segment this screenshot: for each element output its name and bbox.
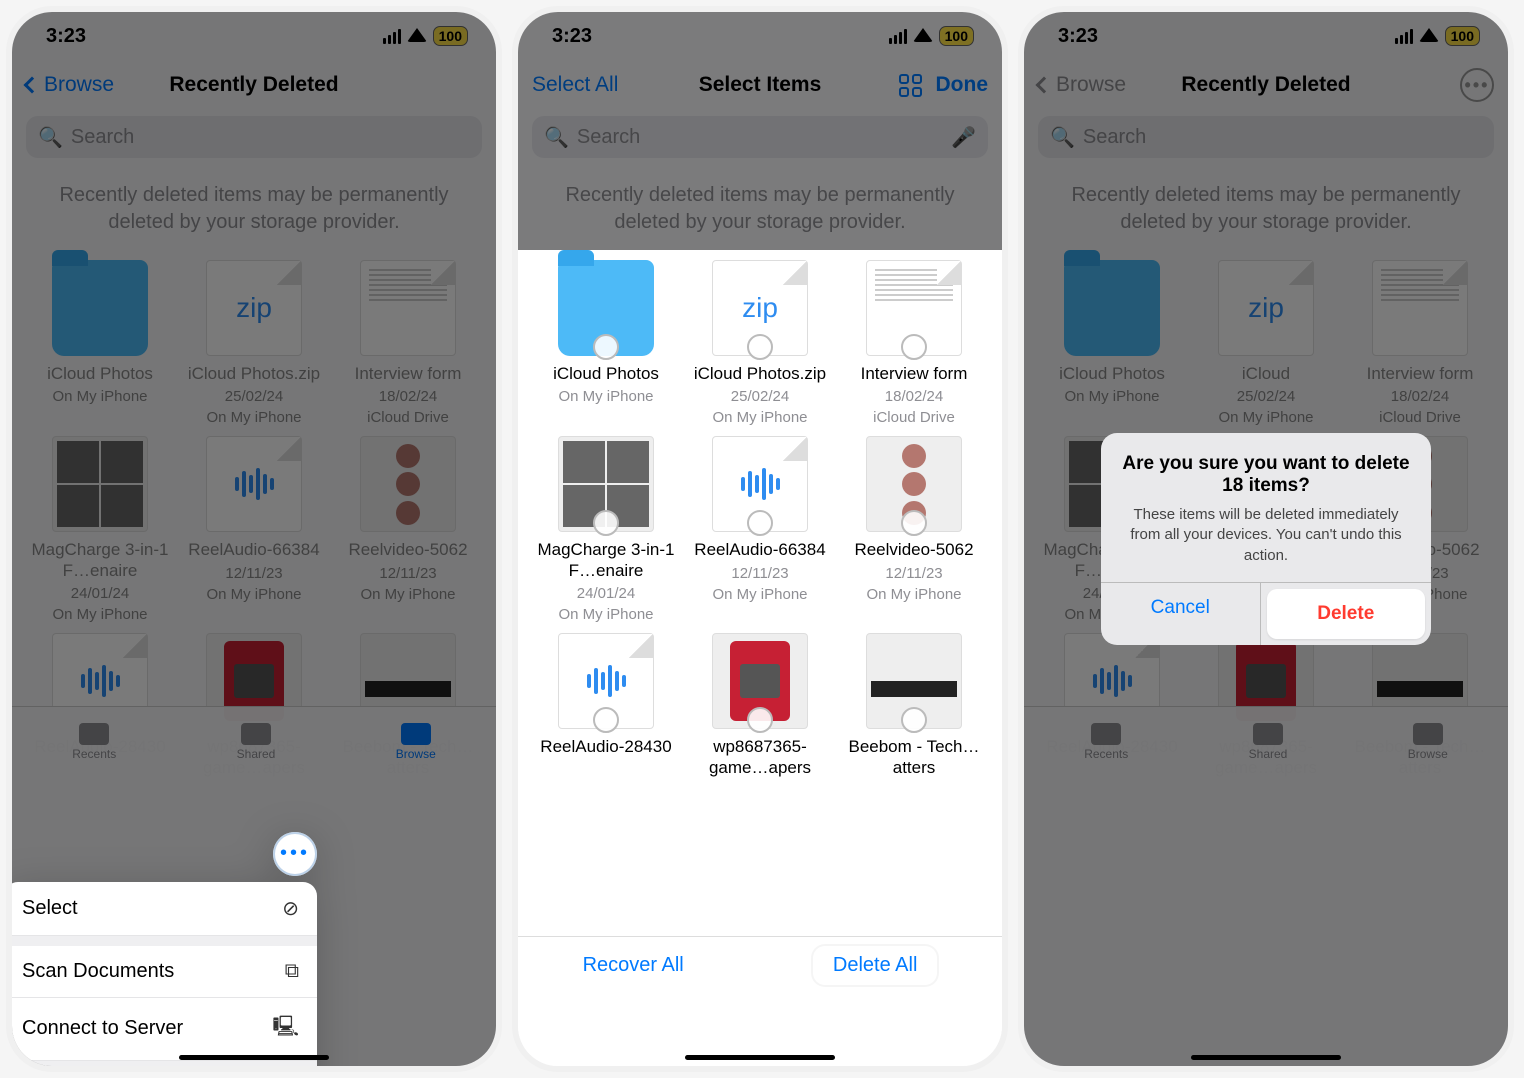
file-item[interactable]: ReelAudio-6638412/11/23On My iPhone (686, 436, 834, 623)
file-item[interactable]: Reelvideo-506212/11/23On My iPhone (840, 436, 988, 623)
file-item[interactable]: Interview form18/02/24iCloud Drive (840, 260, 988, 426)
selection-checkbox[interactable] (747, 707, 773, 733)
file-name: iCloud Photos.zip (686, 364, 834, 384)
file-name: ReelAudio-66384 (686, 540, 834, 560)
selection-checkbox[interactable] (593, 510, 619, 536)
screenshot-3: 3:23 100 Browse Recently Deleted ••• 🔍 S… (1018, 6, 1514, 1072)
alert-title: Are you sure you want to delete 18 items… (1121, 453, 1411, 497)
home-indicator[interactable] (1191, 1055, 1341, 1060)
scan-icon: ⧉ (285, 960, 299, 983)
menu-select[interactable]: Select⊘ (6, 882, 317, 936)
file-name: Interview form (840, 364, 988, 384)
screenshot-1: 3:23 100 Browse Recently Deleted 🔍 Searc… (6, 6, 502, 1072)
selection-checkbox[interactable] (747, 510, 773, 536)
recover-all-button[interactable]: Recover All (583, 954, 684, 977)
alert-cancel-button[interactable]: Cancel (1101, 583, 1261, 645)
menu-view-icons[interactable]: Icons▦ (6, 1071, 317, 1072)
checkmark-circle-icon: ⊘ (282, 896, 299, 921)
file-name: Beebom - Tech…atters (840, 737, 988, 778)
selection-checkbox[interactable] (593, 707, 619, 733)
alert-delete-button[interactable]: Delete (1267, 589, 1426, 639)
file-item[interactable]: wp8687365-game…apers (686, 633, 834, 778)
home-indicator[interactable] (179, 1055, 329, 1060)
menu-connect-server[interactable]: Connect to Server🖳 (6, 998, 317, 1061)
delete-all-button[interactable]: Delete All (813, 946, 938, 985)
file-item[interactable]: Beebom - Tech…atters (840, 633, 988, 778)
screenshot-2: 3:23 100 Select All Select Items Done 🔍 … (512, 6, 1008, 1072)
selection-checkbox[interactable] (901, 334, 927, 360)
file-name: MagCharge 3-in-1 F…enaire (532, 540, 680, 581)
selection-checkbox[interactable] (901, 707, 927, 733)
ellipsis-icon: ••• (280, 842, 310, 865)
file-item[interactable]: iCloud PhotosOn My iPhone (532, 260, 680, 426)
more-button[interactable]: ••• (273, 832, 317, 876)
selection-checkbox[interactable] (901, 510, 927, 536)
file-item[interactable]: ReelAudio-28430 (532, 633, 680, 778)
selection-checkbox[interactable] (747, 334, 773, 360)
alert-overlay: Are you sure you want to delete 18 items… (1024, 12, 1508, 1066)
options-popover: ••• Select⊘ Scan Documents⧉ Connect to S… (6, 832, 317, 1072)
alert-body: These items will be deleted immediately … (1121, 505, 1411, 566)
file-item[interactable]: zipiCloud Photos.zip25/02/24On My iPhone (686, 260, 834, 426)
action-bar: Recover All Delete All (518, 936, 1002, 994)
file-item[interactable]: MagCharge 3-in-1 F…enaire24/01/24On My i… (532, 436, 680, 623)
file-name: iCloud Photos (532, 364, 680, 384)
selection-checkbox[interactable] (593, 334, 619, 360)
home-indicator[interactable] (685, 1055, 835, 1060)
server-icon: 🖳 (272, 1012, 299, 1046)
file-name: wp8687365-game…apers (686, 737, 834, 778)
file-name: Reelvideo-5062 (840, 540, 988, 560)
file-name: ReelAudio-28430 (532, 737, 680, 757)
menu-scan-documents[interactable]: Scan Documents⧉ (6, 946, 317, 998)
delete-alert: Are you sure you want to delete 18 items… (1101, 433, 1431, 645)
